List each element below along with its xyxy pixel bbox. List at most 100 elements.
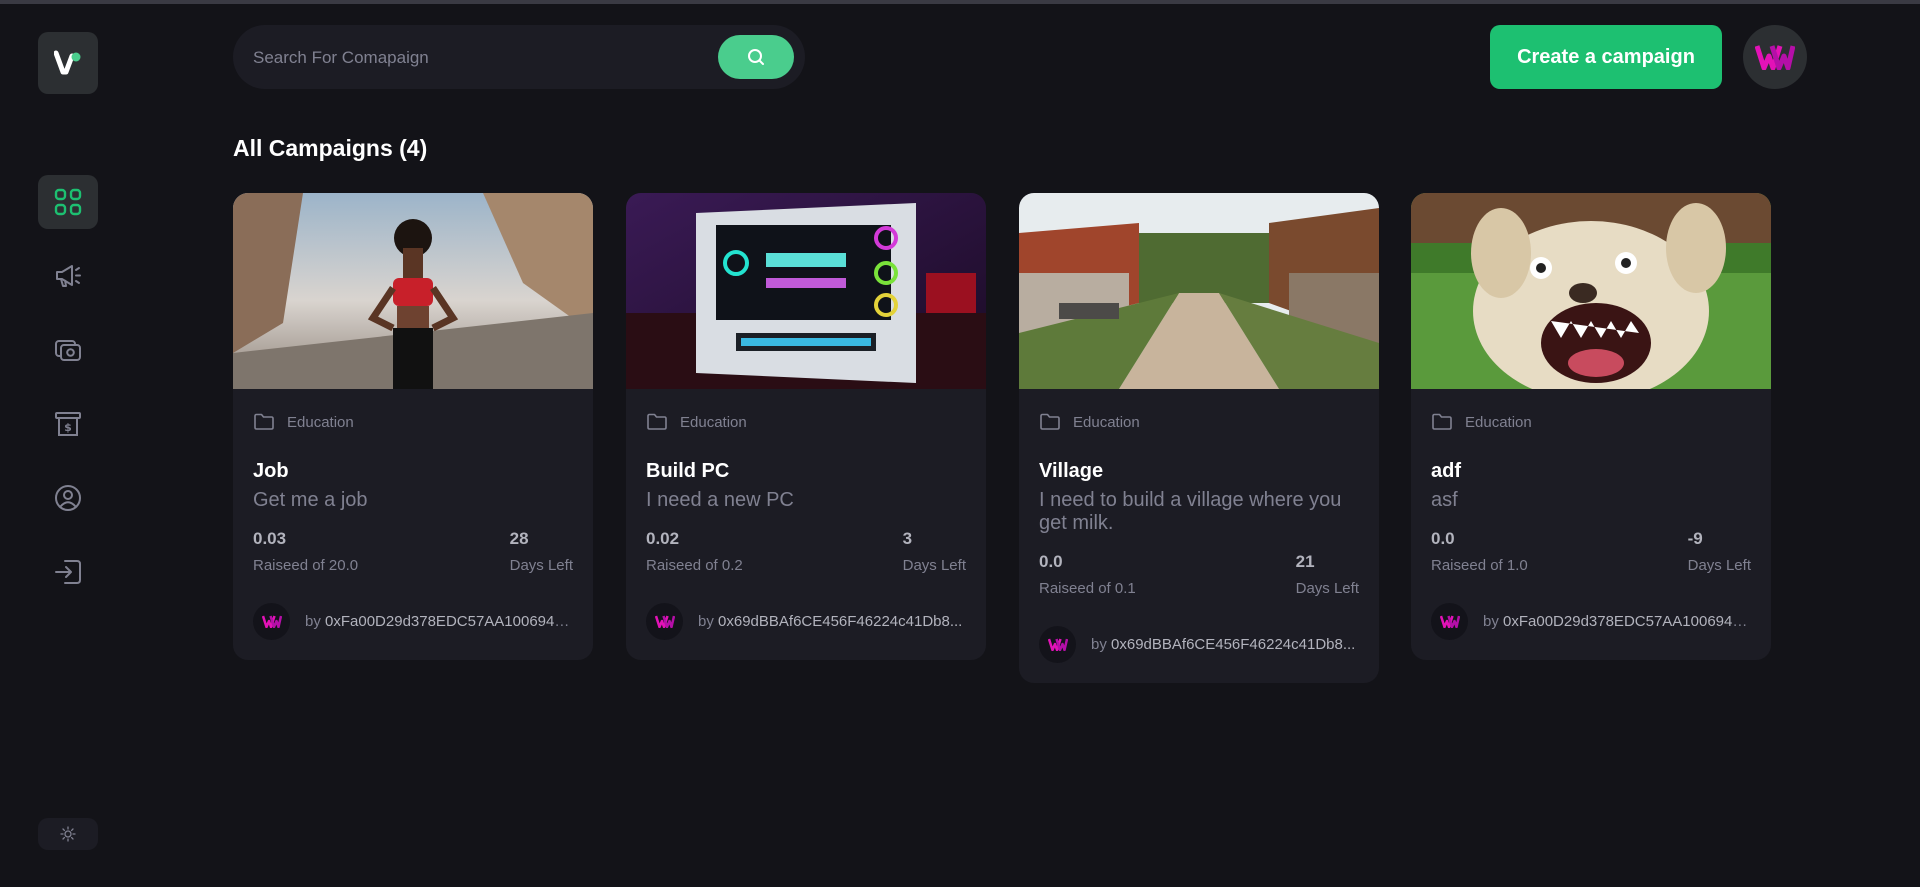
campaign-stats: 0.03 Raiseed of 20.0 28 Days Left	[253, 528, 573, 575]
campaign-title: Build PC	[646, 460, 730, 482]
svg-text:$: $	[64, 421, 72, 434]
campaign-card-body: Education adf asf 0.0 Raiseed of 1.0 -9 …	[1411, 389, 1771, 660]
logout-icon	[55, 560, 81, 584]
campaign-description: I need a new PC	[646, 489, 794, 511]
dashboard-icon	[54, 188, 82, 216]
campaign-owner: by 0xFa00D29d378EDC57AA1006946...	[1431, 603, 1751, 640]
owner-address-line: by 0xFa00D29d378EDC57AA1006946...	[1483, 613, 1748, 630]
page-title: All Campaigns (4)	[233, 135, 428, 161]
owner-avatar	[253, 603, 290, 640]
campaign-category: Education	[253, 411, 573, 433]
sidebar-item-campaign[interactable]	[38, 249, 98, 303]
search-icon	[748, 49, 764, 65]
raised-label: Raiseed of 0.2	[646, 557, 743, 574]
owner-address: 0x69dBBAf6CE456F46224c41Db8...	[1111, 636, 1356, 653]
days-left-value: 21	[1295, 552, 1315, 571]
campaign-description: Get me a job	[253, 489, 368, 511]
create-campaign-button[interactable]: Create a campaign	[1490, 25, 1722, 89]
sidebar-item-withdraw[interactable]: $	[38, 397, 98, 451]
days-stat: 3 Days Left	[903, 528, 966, 575]
campaign-image	[1411, 193, 1771, 389]
sidebar-item-payment[interactable]	[38, 323, 98, 377]
raised-amount: 0.0	[1039, 552, 1063, 571]
days-left-label: Days Left	[1295, 580, 1359, 597]
owner-avatar	[1431, 603, 1468, 640]
campaign-owner: by 0x69dBBAf6CE456F46224c41Db8...	[646, 603, 966, 640]
campaign-title: adf	[1431, 460, 1461, 482]
owner-address-line: by 0xFa00D29d378EDC57AA1006946...	[305, 613, 570, 630]
user-logo-icon	[1755, 45, 1795, 70]
days-left-label: Days Left	[1687, 557, 1751, 574]
raised-stat: 0.02 Raiseed of 0.2	[646, 528, 743, 575]
owner-logo-icon	[1047, 638, 1068, 651]
raised-amount: 0.03	[253, 529, 287, 548]
campaign-image	[626, 193, 986, 389]
by-label: by	[305, 613, 321, 630]
raised-stat: 0.03 Raiseed of 20.0	[253, 528, 358, 575]
campaign-description: I need to build a village where you get …	[1039, 489, 1342, 534]
campaign-category: Education	[1039, 411, 1359, 433]
search-input[interactable]	[251, 25, 735, 91]
category-label: Education	[287, 413, 354, 431]
days-stat: 21 Days Left	[1296, 551, 1359, 598]
category-label: Education	[1073, 413, 1140, 431]
folder-icon	[1432, 413, 1452, 430]
campaign-card-body: Education Build PC I need a new PC 0.02 …	[626, 389, 986, 660]
campaign-card[interactable]: Education Job Get me a job 0.03 Raiseed …	[233, 193, 593, 660]
campaign-stats: 0.0 Raiseed of 0.1 21 Days Left	[1039, 551, 1359, 598]
campaign-megaphone-icon	[56, 265, 81, 287]
owner-avatar	[646, 603, 683, 640]
category-label: Education	[680, 413, 747, 431]
owner-logo-icon	[1439, 615, 1460, 628]
days-left-value: 3	[902, 529, 913, 548]
campaign-category: Education	[1431, 411, 1751, 433]
owner-logo-icon	[654, 615, 675, 628]
raised-amount: 0.02	[646, 529, 680, 548]
raised-label: Raiseed of 20.0	[253, 557, 359, 574]
owner-address-line: by 0x69dBBAf6CE456F46224c41Db8...	[1091, 636, 1356, 653]
campaign-card-body: Education Job Get me a job 0.03 Raiseed …	[233, 389, 593, 660]
campaign-owner: by 0x69dBBAf6CE456F46224c41Db8...	[1039, 626, 1359, 663]
owner-address: 0x69dBBAf6CE456F46224c41Db8...	[718, 613, 963, 630]
days-left-label: Days Left	[902, 557, 966, 574]
window-top-border	[0, 0, 1920, 4]
campaign-title: Village	[1039, 460, 1104, 482]
days-left-label: Days Left	[509, 557, 573, 574]
sidebar-item-profile[interactable]	[38, 471, 98, 525]
campaign-image	[233, 193, 593, 389]
campaign-owner: by 0xFa00D29d378EDC57AA1006946...	[253, 603, 573, 640]
search-button[interactable]	[718, 35, 794, 79]
campaign-category: Education	[646, 411, 966, 433]
raised-stat: 0.0 Raiseed of 0.1	[1039, 551, 1136, 598]
owner-address-line: by 0x69dBBAf6CE456F46224c41Db8...	[698, 613, 963, 630]
owner-address: 0xFa00D29d378EDC57AA1006946...	[325, 613, 570, 630]
sun-icon	[60, 826, 76, 842]
sidebar-item-dashboard[interactable]	[38, 175, 98, 229]
raised-amount: 0.0	[1431, 529, 1455, 548]
campaign-card-body: Education Village I need to build a vill…	[1019, 389, 1379, 683]
search-bar	[233, 25, 805, 91]
days-stat: 28 Days Left	[510, 528, 573, 575]
campaign-card[interactable]: Education Build PC I need a new PC 0.02 …	[626, 193, 986, 660]
campaign-stats: 0.02 Raiseed of 0.2 3 Days Left	[646, 528, 966, 575]
app-logo[interactable]	[38, 32, 98, 94]
folder-icon	[254, 413, 274, 430]
folder-icon	[647, 413, 667, 430]
campaign-stats: 0.0 Raiseed of 1.0 -9 Days Left	[1431, 528, 1751, 575]
owner-address: 0xFa00D29d378EDC57AA1006946...	[1503, 613, 1748, 630]
by-label: by	[1483, 613, 1499, 630]
by-label: by	[1091, 636, 1107, 653]
raised-label: Raiseed of 1.0	[1431, 557, 1528, 574]
by-label: by	[698, 613, 714, 630]
raised-label: Raiseed of 0.1	[1039, 580, 1136, 597]
withdraw-icon: $	[55, 412, 81, 436]
campaign-card[interactable]: Education Village I need to build a vill…	[1019, 193, 1379, 683]
theme-toggle[interactable]	[38, 818, 98, 850]
category-label: Education	[1465, 413, 1532, 431]
campaign-card[interactable]: Education adf asf 0.0 Raiseed of 1.0 -9 …	[1411, 193, 1771, 660]
campaign-description: asf	[1431, 489, 1458, 511]
owner-logo-icon	[261, 615, 282, 628]
days-stat: -9 Days Left	[1688, 528, 1751, 575]
sidebar-item-logout[interactable]	[38, 545, 98, 599]
user-avatar[interactable]	[1743, 25, 1807, 89]
